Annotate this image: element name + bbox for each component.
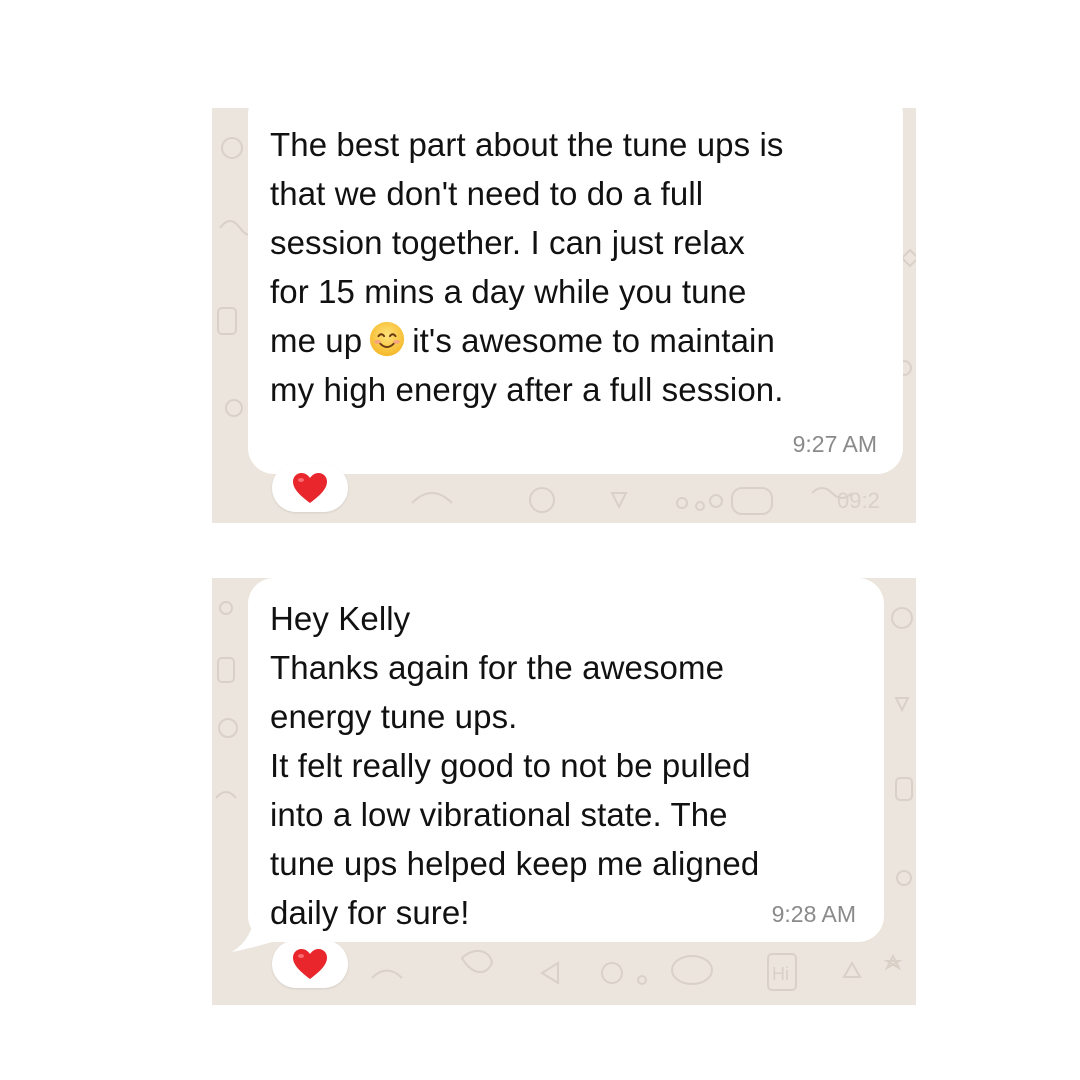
message-line: my high energy after a full session. — [270, 371, 784, 408]
reaction-badge[interactable] — [272, 940, 348, 988]
message-line: that we don't need to do a full — [270, 175, 704, 212]
smiling-face-emoji-icon — [370, 321, 405, 357]
message-timestamp: 9:28 AM — [771, 901, 856, 927]
message-line-with-emoji: me up it's awesome to maintain — [270, 316, 881, 365]
message-line: energy tune ups. — [270, 698, 518, 735]
heart-reaction-icon — [293, 948, 327, 979]
chat-screenshot-1: 09:2 The best part about the tune ups is… — [212, 108, 916, 523]
message-line: for 15 mins a day while you tune — [270, 273, 747, 310]
message-timestamp: 9:27 AM — [792, 431, 877, 457]
message-fragment: it's awesome to maintain — [412, 322, 775, 359]
svg-text:09:2: 09:2 — [837, 488, 880, 513]
chat-screenshot-2: Hi Hey Kelly Thanks again for the awesome… — [212, 578, 916, 1005]
message-bubble[interactable]: Hey Kelly Thanks again for the awesome ene… — [248, 578, 884, 942]
message-line: Thanks again for the awesome — [270, 649, 725, 686]
heart-reaction-icon — [293, 472, 327, 503]
message-text: The best part about the tune ups is that … — [270, 120, 881, 414]
message-line: Hey Kelly — [270, 600, 411, 637]
message-bubble[interactable]: The best part about the tune ups is that … — [248, 108, 903, 474]
message-text: Hey Kelly Thanks again for the awesome ene… — [270, 594, 862, 937]
svg-text:Hi: Hi — [772, 964, 789, 984]
message-fragment: me up — [270, 322, 363, 359]
message-line: into a low vibrational state. The — [270, 796, 728, 833]
message-line: It felt really good to not be pulled — [270, 747, 751, 784]
message-line: The best part about the tune ups is — [270, 126, 784, 163]
reaction-badge[interactable] — [272, 464, 348, 512]
message-line: session together. I can just relax — [270, 224, 745, 261]
message-line: tune ups helped keep me aligned — [270, 845, 760, 882]
